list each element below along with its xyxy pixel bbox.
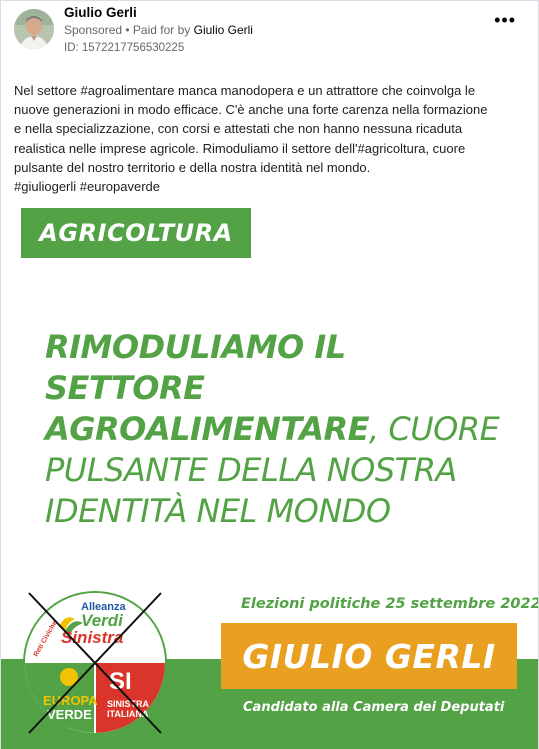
sponsored-label: Sponsored xyxy=(64,23,123,37)
meta-separator: • xyxy=(122,23,133,37)
author-name[interactable]: Giulio Gerli xyxy=(64,5,137,20)
post-text-line: nuove generazioni in modo efficace. C'è … xyxy=(14,102,488,118)
headline-line-1: RIMODULIAMO IL SETTORE xyxy=(45,328,346,407)
headline-line-2-bold: AGROALIMENTARE xyxy=(45,410,370,448)
section-label: AGRICOLTURA xyxy=(39,219,233,247)
candidate-role: Candidato alla Camera dei Deputati xyxy=(243,700,505,715)
headline-line-2-light: , CUORE xyxy=(369,410,500,448)
ad-creative-image[interactable]: AGRICOLTURA RIMODULIAMO IL SETTORE AGROA… xyxy=(1,197,538,749)
headline-line-4: IDENTITÀ NEL MONDO xyxy=(45,492,391,530)
election-date: Elezioni politiche 25 settembre 2022 xyxy=(241,596,538,612)
logo-sinistra-small: SINISTRA xyxy=(107,699,150,709)
paid-for-by-label: Paid for by xyxy=(132,23,194,37)
section-label-box: AGRICOLTURA xyxy=(21,208,251,258)
sponsored-post-card: Giulio Gerli Sponsored • Paid for by Giu… xyxy=(0,0,539,749)
candidate-name-box: GIULIO GERLI xyxy=(221,623,517,689)
author-avatar[interactable] xyxy=(14,9,54,49)
party-logo: Alleanza Verdi Sinistra Reti Civiche EUR… xyxy=(23,591,167,735)
sponsor-name[interactable]: Giulio Gerli xyxy=(194,23,253,37)
post-text-line: realistica nelle imprese agricole. Rimod… xyxy=(14,140,466,156)
post-text-line: e nella specializzazione, con corsi e at… xyxy=(14,121,463,137)
avatar-photo xyxy=(14,9,54,49)
ad-id: ID: 1572217756530225 xyxy=(64,42,185,54)
post-body-text: Nel settore #agroalimentare manca manodo… xyxy=(14,81,526,196)
logo-verde: VERDE xyxy=(47,707,92,722)
more-horizontal-icon[interactable]: ••• xyxy=(494,11,516,29)
post-hashtags[interactable]: #giuliogerli #europaverde xyxy=(14,177,526,196)
post-text-line: Nel settore #agroalimentare manca manodo… xyxy=(14,83,476,98)
creative-headline: RIMODULIAMO IL SETTORE AGROALIMENTARE, C… xyxy=(45,327,515,532)
candidate-name: GIULIO GERLI xyxy=(242,636,496,676)
post-meta: Sponsored • Paid for by Giulio Gerli xyxy=(64,23,253,37)
headline-line-3: PULSANTE DELLA NOSTRA xyxy=(45,451,457,489)
post-text-line: pulsante del nostro territorio e della n… xyxy=(14,159,371,175)
logo-europa: EUROPA xyxy=(43,693,98,708)
